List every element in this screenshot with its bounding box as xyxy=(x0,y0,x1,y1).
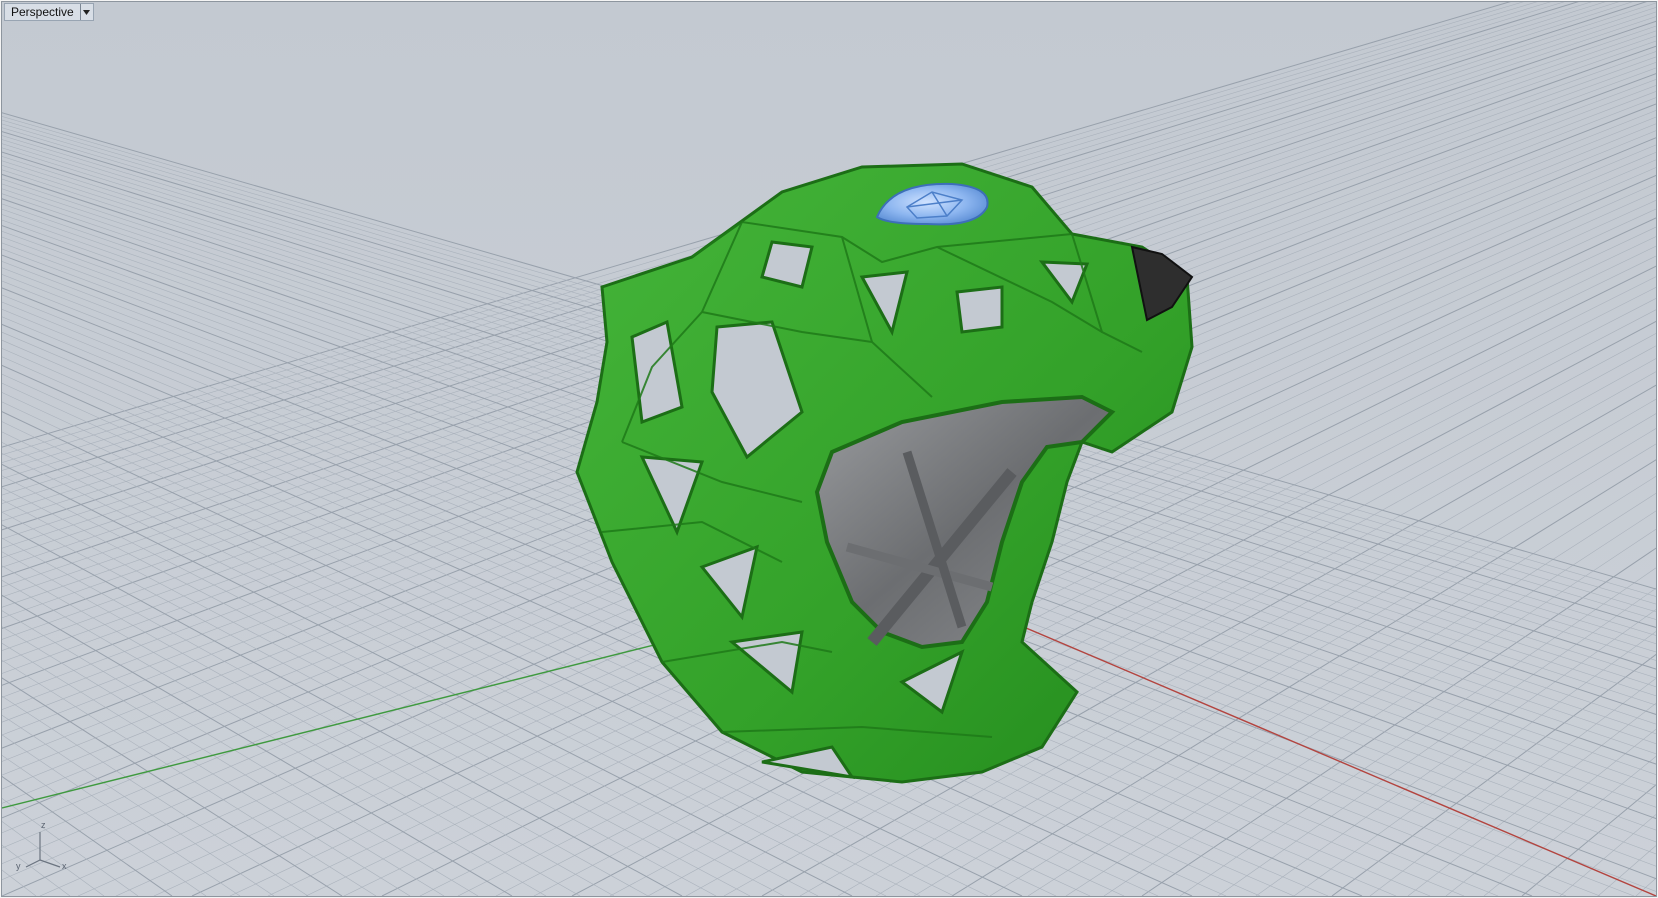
chevron-down-icon[interactable] xyxy=(79,4,93,20)
y-axis-label: y xyxy=(16,861,21,871)
perspective-viewport[interactable]: Perspective z x y xyxy=(1,1,1657,897)
viewport-scene[interactable] xyxy=(2,2,1656,896)
z-axis-label: z xyxy=(41,820,46,830)
viewport-title[interactable]: Perspective xyxy=(5,4,80,20)
viewport-title-tab[interactable]: Perspective xyxy=(4,3,94,21)
x-axis-label: x xyxy=(62,861,67,871)
world-axes-widget: z x y xyxy=(10,820,80,880)
